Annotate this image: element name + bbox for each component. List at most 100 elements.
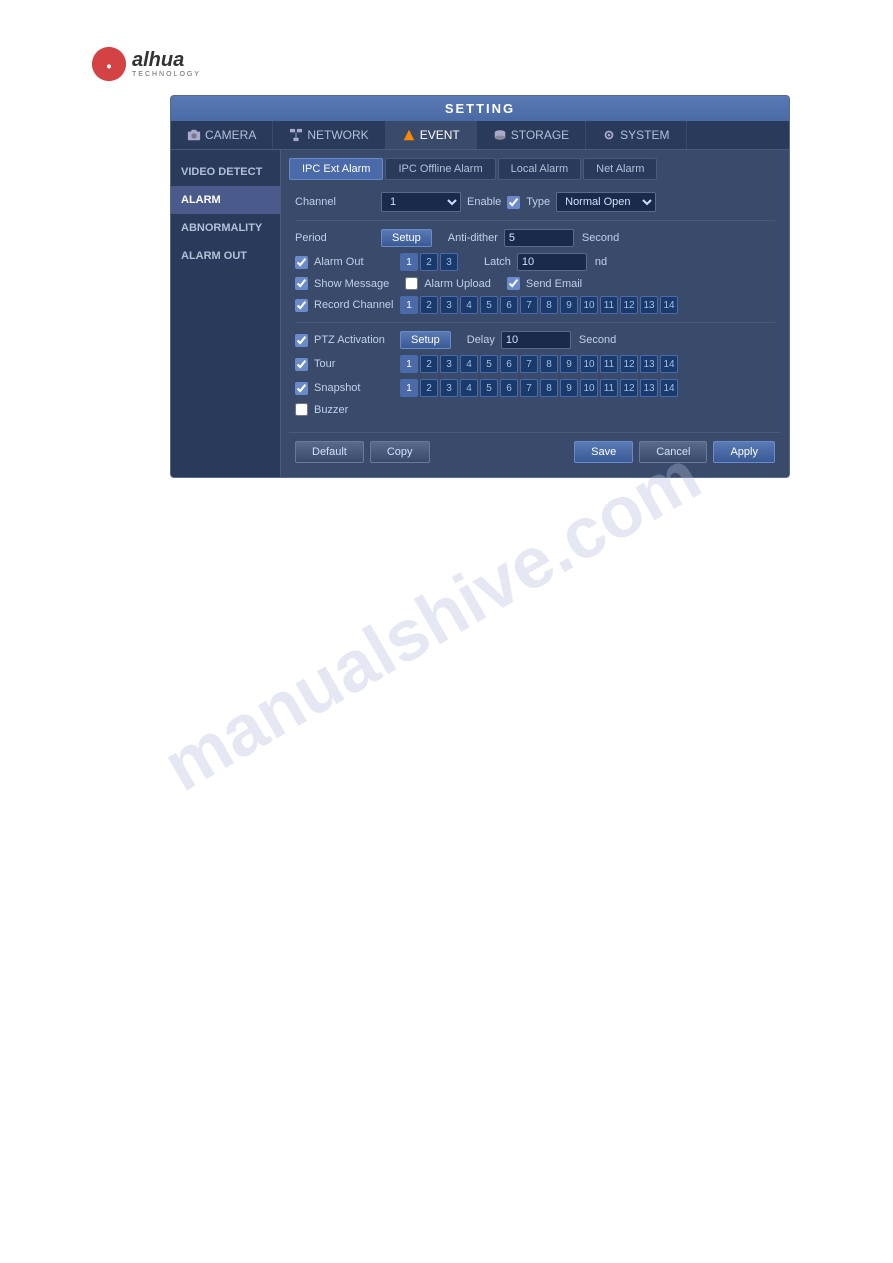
anti-dither-input[interactable]: 5 xyxy=(504,229,574,247)
tab-storage[interactable]: STORAGE xyxy=(477,121,586,149)
sidebar-item-alarm[interactable]: ALARM xyxy=(171,186,280,214)
snap-5[interactable]: 5 xyxy=(480,379,498,397)
tour-3[interactable]: 3 xyxy=(440,355,458,373)
rc-5[interactable]: 5 xyxy=(480,296,498,314)
enable-checkbox[interactable] xyxy=(507,196,520,209)
snap-11[interactable]: 11 xyxy=(600,379,618,397)
channel-select[interactable]: 1 xyxy=(381,192,461,212)
rc-12[interactable]: 12 xyxy=(620,296,638,314)
sub-tab-ipc-offline-alarm[interactable]: IPC Offline Alarm xyxy=(385,158,495,180)
row-snapshot: Snapshot 1 2 3 4 5 6 7 8 9 10 11 12 xyxy=(295,379,775,397)
rc-11[interactable]: 11 xyxy=(600,296,618,314)
sub-tab-ipc-ext-alarm[interactable]: IPC Ext Alarm xyxy=(289,158,383,180)
tour-14[interactable]: 14 xyxy=(660,355,678,373)
sidebar-item-alarm-out[interactable]: ALARM OUT xyxy=(171,242,280,270)
tab-camera-label: CAMERA xyxy=(205,128,256,142)
tour-12[interactable]: 12 xyxy=(620,355,638,373)
ptz-setup-button[interactable]: Setup xyxy=(400,331,451,349)
snap-7[interactable]: 7 xyxy=(520,379,538,397)
tab-camera[interactable]: CAMERA xyxy=(171,121,273,149)
alarm-out-num-2[interactable]: 2 xyxy=(420,253,438,271)
logo-box: ● alhua TECHNOLOGY xyxy=(90,45,201,83)
alarm-out-checkbox[interactable] xyxy=(295,256,308,269)
rc-6[interactable]: 6 xyxy=(500,296,518,314)
tour-6[interactable]: 6 xyxy=(500,355,518,373)
tab-network[interactable]: NETWORK xyxy=(273,121,385,149)
alarm-out-num-3[interactable]: 3 xyxy=(440,253,458,271)
rc-10[interactable]: 10 xyxy=(580,296,598,314)
snap-10[interactable]: 10 xyxy=(580,379,598,397)
sub-tab-local-alarm[interactable]: Local Alarm xyxy=(498,158,581,180)
rc-13[interactable]: 13 xyxy=(640,296,658,314)
show-message-label: Show Message xyxy=(314,278,389,290)
cancel-button[interactable]: Cancel xyxy=(639,441,707,463)
divider-1 xyxy=(295,220,775,221)
buzzer-checkbox[interactable] xyxy=(295,403,308,416)
show-message-checkbox[interactable] xyxy=(295,277,308,290)
delay-input[interactable]: 10 xyxy=(501,331,571,349)
sidebar-item-abnormality[interactable]: ABNORMALITY xyxy=(171,214,280,242)
record-channel-label: Record Channel xyxy=(314,299,394,311)
send-email-checkbox[interactable] xyxy=(507,277,520,290)
snap-12[interactable]: 12 xyxy=(620,379,638,397)
tour-11[interactable]: 11 xyxy=(600,355,618,373)
latch-unit-label: nd xyxy=(595,256,607,268)
rc-3[interactable]: 3 xyxy=(440,296,458,314)
type-select[interactable]: Normal Open xyxy=(556,192,656,212)
snap-1[interactable]: 1 xyxy=(400,379,418,397)
rc-4[interactable]: 4 xyxy=(460,296,478,314)
snap-9[interactable]: 9 xyxy=(560,379,578,397)
tour-2[interactable]: 2 xyxy=(420,355,438,373)
snap-3[interactable]: 3 xyxy=(440,379,458,397)
tour-9[interactable]: 9 xyxy=(560,355,578,373)
tour-5[interactable]: 5 xyxy=(480,355,498,373)
rc-1[interactable]: 1 xyxy=(400,296,418,314)
tab-event[interactable]: EVENT xyxy=(386,121,477,149)
ptz-activation-checkbox[interactable] xyxy=(295,334,308,347)
ptz-activation-label: PTZ Activation xyxy=(314,334,394,346)
copy-button[interactable]: Copy xyxy=(370,441,430,463)
alarm-upload-label: Alarm Upload xyxy=(424,278,491,290)
sub-tab-net-label: Net Alarm xyxy=(596,163,644,175)
snapshot-checkbox[interactable] xyxy=(295,382,308,395)
tab-system[interactable]: SYSTEM xyxy=(586,121,686,149)
rc-7[interactable]: 7 xyxy=(520,296,538,314)
sub-tab-net-alarm[interactable]: Net Alarm xyxy=(583,158,657,180)
tour-checkbox[interactable] xyxy=(295,358,308,371)
period-setup-button[interactable]: Setup xyxy=(381,229,432,247)
snap-2[interactable]: 2 xyxy=(420,379,438,397)
snap-13[interactable]: 13 xyxy=(640,379,658,397)
row-ptz: PTZ Activation Setup Delay 10 Second xyxy=(295,331,775,349)
row-alarm-out: Alarm Out 1 2 3 Latch 10 nd xyxy=(295,253,775,271)
snap-8[interactable]: 8 xyxy=(540,379,558,397)
rc-8[interactable]: 8 xyxy=(540,296,558,314)
alarm-upload-checkbox[interactable] xyxy=(405,277,418,290)
network-icon xyxy=(289,128,303,142)
rc-14[interactable]: 14 xyxy=(660,296,678,314)
snap-4[interactable]: 4 xyxy=(460,379,478,397)
latch-input[interactable]: 10 xyxy=(517,253,587,271)
rc-9[interactable]: 9 xyxy=(560,296,578,314)
sub-tabs: IPC Ext Alarm IPC Offline Alarm Local Al… xyxy=(289,158,781,180)
period-label: Period xyxy=(295,232,375,244)
tour-10[interactable]: 10 xyxy=(580,355,598,373)
title-bar: SETTING xyxy=(171,96,789,121)
tour-4[interactable]: 4 xyxy=(460,355,478,373)
tour-8[interactable]: 8 xyxy=(540,355,558,373)
snap-6[interactable]: 6 xyxy=(500,379,518,397)
alarm-out-num-1[interactable]: 1 xyxy=(400,253,418,271)
snap-14[interactable]: 14 xyxy=(660,379,678,397)
tab-event-label: EVENT xyxy=(420,128,460,142)
tour-1[interactable]: 1 xyxy=(400,355,418,373)
default-button[interactable]: Default xyxy=(295,441,364,463)
record-channel-checkbox[interactable] xyxy=(295,299,308,312)
rc-2[interactable]: 2 xyxy=(420,296,438,314)
tour-7[interactable]: 7 xyxy=(520,355,538,373)
tour-13[interactable]: 13 xyxy=(640,355,658,373)
apply-button[interactable]: Apply xyxy=(713,441,775,463)
send-email-label: Send Email xyxy=(526,278,582,290)
sidebar-item-video-detect[interactable]: VIDEO DETECT xyxy=(171,158,280,186)
save-button[interactable]: Save xyxy=(574,441,633,463)
row-channel: Channel 1 Enable Type Normal Open xyxy=(295,192,775,212)
content-area: VIDEO DETECT ALARM ABNORMALITY ALARM OUT… xyxy=(171,150,789,477)
